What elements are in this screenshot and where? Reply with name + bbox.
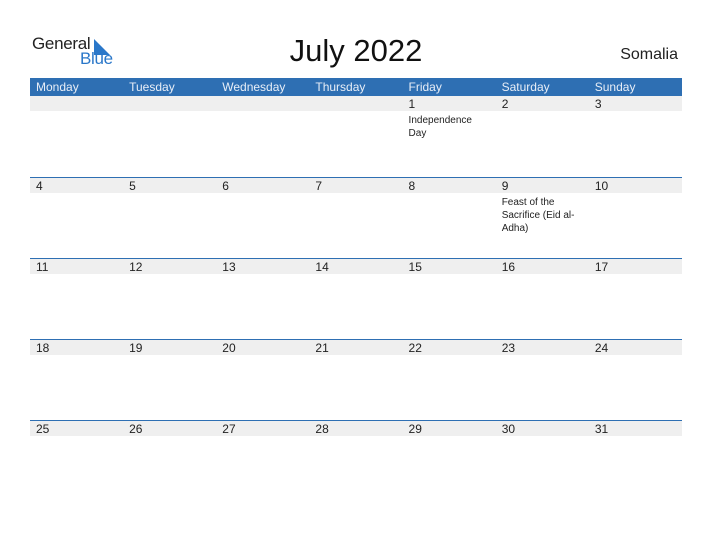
day-cell: 5 [123,178,216,258]
day-cell: 8 [403,178,496,258]
holiday-label: Independence Day [408,115,472,139]
day-cell: 18 [30,340,123,420]
day-cell [123,96,216,176]
holiday-label: Feast of the Sacrifice (Eid al-Adha) [501,197,575,234]
day-number: 4 [36,179,43,193]
day-number: 11 [36,260,49,274]
day-cell: 20 [216,340,309,420]
day-number: 1 [408,97,416,111]
day-number: 16 [501,260,516,274]
weekday-tuesday: Tuesday [129,80,175,94]
day-number: 15 [408,260,422,274]
day-number: 22 [408,341,422,355]
day-cell: 11 [30,259,123,339]
day-cell: 16 [496,259,589,339]
day-number: 3 [594,97,602,111]
day-number: 19 [129,341,143,355]
day-number: 14 [315,260,329,274]
day-number: 13 [222,260,236,274]
day-cell: 23 [496,340,589,420]
day-cell: 7 [309,178,402,258]
day-number: 2 [501,97,509,111]
weekday-sunday: Sunday [594,80,636,94]
day-number: 18 [36,341,50,355]
week-row: 25 26 27 28 29 30 31 [30,420,682,501]
day-cell [30,96,123,176]
day-number: 6 [222,179,229,193]
day-number: 10 [594,179,609,193]
day-number: 23 [501,341,516,355]
day-cell: 31 [589,421,682,501]
day-cell: 29 [403,421,496,501]
week-row: 11 12 13 14 15 16 17 [30,258,682,339]
day-cell: 9 Feast of the Sacrifice (Eid al-Adha) [496,178,589,258]
day-number: 8 [408,179,416,193]
day-number: 25 [36,422,50,436]
day-number: 27 [222,422,236,436]
day-cell: 1 Independence Day [403,96,496,176]
day-cell: 26 [123,421,216,501]
day-number: 7 [315,179,323,193]
weekday-header: Monday Tuesday Wednesday Thursday Friday… [30,78,682,96]
day-cell: 24 [589,340,682,420]
day-cell: 17 [589,259,682,339]
day-number: 29 [408,422,422,436]
day-cell: 4 [30,178,123,258]
day-cell: 6 [216,178,309,258]
weekday-friday: Friday [408,80,442,94]
day-number: 17 [594,260,609,274]
day-cell [216,96,309,176]
day-number: 5 [129,179,136,193]
week-row: 18 19 20 21 22 23 24 [30,339,682,420]
day-cell: 21 [309,340,402,420]
weekday-monday: Monday [36,80,79,94]
day-number: 21 [315,341,329,355]
weekday-thursday: Thursday [315,80,366,94]
weekday-saturday: Saturday [501,80,550,94]
day-cell: 13 [216,259,309,339]
week-row: 1 Independence Day 2 3 [30,96,682,177]
day-number: 31 [594,422,609,436]
day-number: 20 [222,341,236,355]
weekday-wednesday: Wednesday [222,80,286,94]
day-cell: 15 [403,259,496,339]
day-cell: 28 [309,421,402,501]
page-title: July 2022 [289,33,423,68]
day-cell: 3 [589,96,682,176]
day-cell: 12 [123,259,216,339]
day-cell: 27 [216,421,309,501]
day-number: 30 [501,422,516,436]
day-cell: 14 [309,259,402,339]
day-number: 26 [129,422,143,436]
day-number: 12 [129,260,143,274]
day-number: 9 [501,179,509,193]
day-cell: 19 [123,340,216,420]
day-cell: 2 [496,96,589,176]
week-row: 4 5 6 7 8 9 Feast of the Sacrifice (Eid al-Adh… [30,177,682,258]
day-number: 24 [594,341,609,355]
day-cell: 22 [403,340,496,420]
day-cell: 10 [589,178,682,258]
day-cell: 30 [496,421,589,501]
country-label: Somalia [620,46,678,63]
day-cell: 25 [30,421,123,501]
day-number: 28 [315,422,329,436]
day-cell [309,96,402,176]
